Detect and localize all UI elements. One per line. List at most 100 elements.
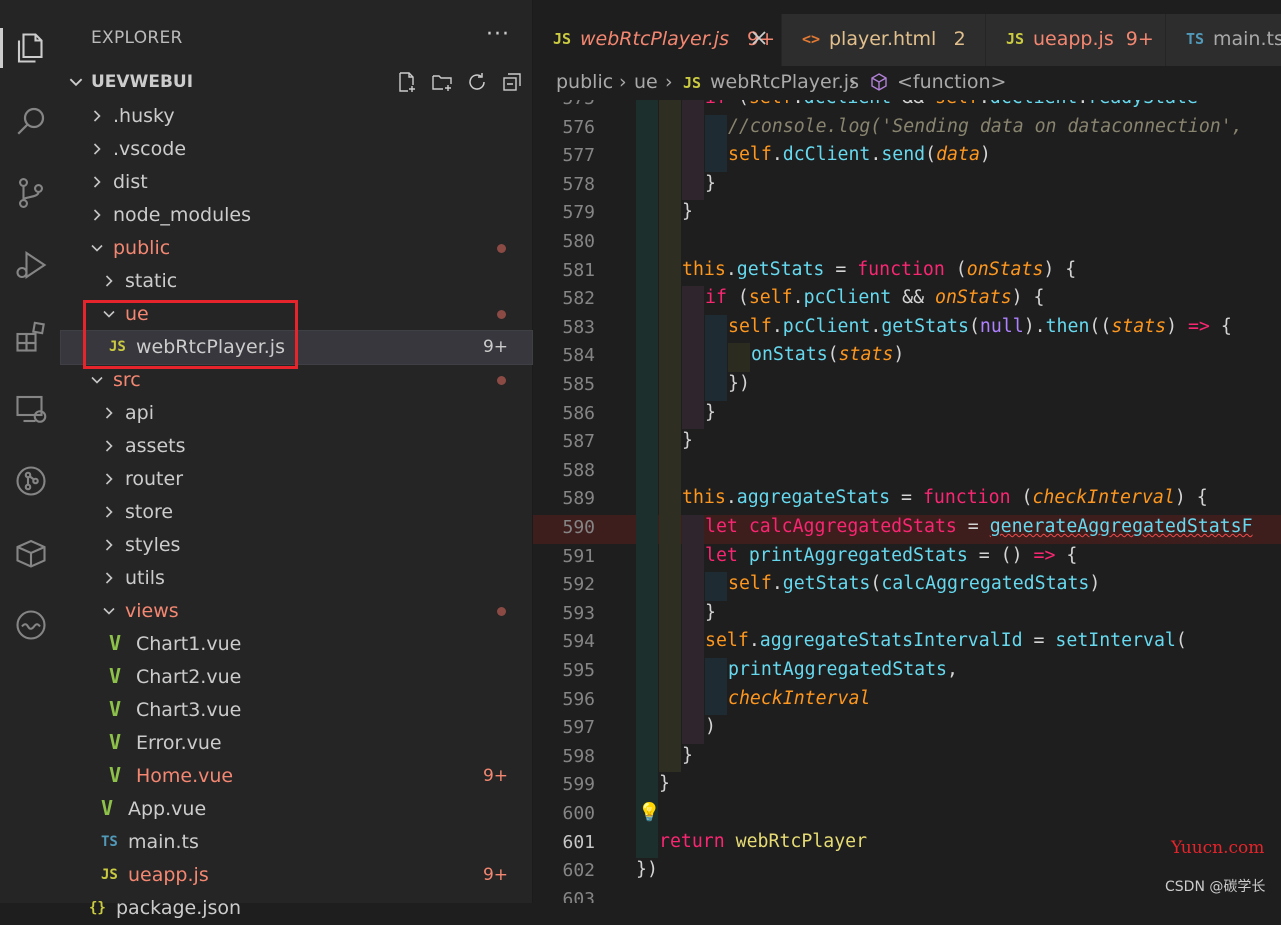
ts-file-icon: TS xyxy=(1186,30,1205,48)
tree-item-label: main.ts xyxy=(128,831,199,853)
code-line[interactable]: 587} xyxy=(533,429,1281,458)
workspace-root[interactable]: UEVWEBUI xyxy=(61,64,532,100)
breadcrumb-segment-public[interactable]: public xyxy=(556,71,613,93)
indent-guide xyxy=(636,715,658,744)
tree-file[interactable]: V Error.vue xyxy=(61,727,532,760)
code-line[interactable]: 586} xyxy=(533,400,1281,430)
code-editor[interactable]: 575if (self.dcClient && self.dcClient.re… xyxy=(533,100,1281,903)
tree-file[interactable]: V Chart3.vue xyxy=(61,694,532,727)
code-line[interactable]: 589 this.aggregateStats = function (check… xyxy=(533,486,1281,515)
tree-file[interactable]: V Chart1.vue xyxy=(61,628,532,661)
tree-folder[interactable]: .vscode xyxy=(61,133,532,166)
tree-file[interactable]: V Home.vue 9+ xyxy=(61,760,532,793)
code-line[interactable]: 595 printAggregatedStats, xyxy=(533,658,1281,687)
tree-folder[interactable]: .husky xyxy=(61,100,532,133)
code-token: . xyxy=(1077,100,1088,108)
tree-item-label: package.json xyxy=(116,897,242,919)
new-folder-icon[interactable] xyxy=(430,70,454,94)
breadcrumb-segment-file[interactable]: webRtcPlayer.js xyxy=(710,71,859,93)
code-line[interactable]: 590 let calcAggregatedStats = generateAgg… xyxy=(533,515,1281,544)
close-icon[interactable] xyxy=(747,26,771,50)
collapse-all-icon[interactable] xyxy=(500,70,524,94)
chevron-right-icon xyxy=(93,110,101,122)
code-line[interactable]: 581 this.getStats = function (onStats) { xyxy=(533,257,1281,287)
code-token: ) xyxy=(1089,573,1101,595)
code-line[interactable]: 600 💡 xyxy=(533,801,1281,830)
code-token: ( xyxy=(827,344,839,366)
code-token: function xyxy=(857,258,945,280)
tab-player-html[interactable]: <> player.html 2 xyxy=(782,14,986,66)
indent-guide xyxy=(682,658,704,687)
breadcrumb-segment-ue[interactable]: ue xyxy=(634,71,658,93)
code-line[interactable]: 583 self.pcClient.getStats(null).then((st… xyxy=(533,314,1281,344)
tree-folder[interactable]: static xyxy=(61,265,532,298)
explorer-files-icon[interactable] xyxy=(0,20,61,76)
activity-bar xyxy=(0,0,61,903)
code-line[interactable]: 582 if (self.pcClient && onStats) { xyxy=(533,286,1281,315)
tree-item-label: Error.vue xyxy=(136,732,222,754)
code-line[interactable]: 578} xyxy=(533,171,1281,201)
code-token: . xyxy=(792,287,804,309)
tree-folder[interactable]: utils xyxy=(61,562,532,595)
code-text: printAggregatedStats, xyxy=(728,659,958,680)
tab-main-ts[interactable]: TS main.ts xyxy=(1166,14,1281,66)
live-share-icon[interactable] xyxy=(0,597,61,653)
source-control-icon[interactable] xyxy=(0,165,61,221)
tree-folder[interactable]: node_modules xyxy=(61,199,532,232)
code-line[interactable]: 575if (self.dcClient && self.dcClient.re… xyxy=(533,100,1281,115)
code-line[interactable]: 580 xyxy=(533,229,1281,258)
code-line[interactable]: 576 //console.log('Sending data on dataco… xyxy=(533,114,1281,144)
tree-folder[interactable]: assets xyxy=(61,430,532,463)
code-token: self xyxy=(748,287,793,309)
code-line[interactable]: 593} xyxy=(533,600,1281,630)
code-token: , xyxy=(947,659,958,680)
breadcrumb-segment-symbol[interactable]: <function> xyxy=(897,71,1006,93)
code-line[interactable]: 584 onStats(stats) xyxy=(533,343,1281,372)
code-line[interactable]: 588 xyxy=(533,457,1281,487)
code-line[interactable]: 596 checkInterval xyxy=(533,686,1281,716)
tab-label: main.ts xyxy=(1213,28,1281,50)
tree-folder[interactable]: dist xyxy=(61,166,532,199)
lightbulb-icon[interactable]: 💡 xyxy=(638,802,660,823)
extensions-icon[interactable] xyxy=(0,309,61,365)
tab-webrtcplayer-js[interactable]: JS webRtcPlayer.js 9+ xyxy=(533,14,782,66)
code-text: onStats(stats) xyxy=(751,344,904,365)
new-file-icon[interactable] xyxy=(395,70,419,94)
package-icon[interactable] xyxy=(0,525,61,581)
more-actions-icon[interactable]: ··· xyxy=(486,22,510,47)
code-line[interactable]: 601 return webRtcPlayer xyxy=(533,829,1281,859)
refresh-icon[interactable] xyxy=(465,70,489,94)
code-token: setInterval xyxy=(1055,630,1176,652)
run-debug-icon[interactable] xyxy=(0,237,61,293)
code-line[interactable]: 579} xyxy=(533,200,1281,229)
code-line[interactable]: 594 self.aggregateStatsIntervalId = setIn… xyxy=(533,629,1281,658)
tree-folder[interactable]: store xyxy=(61,496,532,529)
tree-folder[interactable]: styles xyxy=(61,529,532,562)
search-icon[interactable] xyxy=(0,93,61,149)
tab-problem-badge: 9+ xyxy=(1125,28,1154,50)
tree-file[interactable]: {} package.json xyxy=(61,892,532,925)
code-line[interactable]: 598} xyxy=(533,743,1281,773)
code-token: aggregateStatsIntervalId xyxy=(759,630,1023,652)
tree-file[interactable]: TS main.ts xyxy=(61,826,532,859)
code-line[interactable]: 591 let printAggregatedStats = () => { xyxy=(533,543,1281,573)
code-line[interactable]: 597) xyxy=(533,715,1281,744)
tree-file[interactable]: JS ueapp.js 9+ xyxy=(61,859,532,892)
tree-folder[interactable]: api xyxy=(61,397,532,430)
remote-explorer-icon[interactable] xyxy=(0,381,61,437)
code-line[interactable]: 599} xyxy=(533,772,1281,801)
tree-folder[interactable]: views xyxy=(61,595,532,628)
tree-file[interactable]: V Chart2.vue xyxy=(61,661,532,694)
tree-file[interactable]: V App.vue xyxy=(61,793,532,826)
tree-folder[interactable]: router xyxy=(61,463,532,496)
code-line[interactable]: 592 self.getStats(calcAggregatedStats) xyxy=(533,572,1281,601)
code-line[interactable]: 585}) xyxy=(533,372,1281,401)
code-text: } xyxy=(682,430,693,451)
code-line[interactable]: 577 self.dcClient.send(data) xyxy=(533,143,1281,172)
vue-file-icon: V xyxy=(101,796,114,820)
code-token: ( xyxy=(870,573,882,595)
code-token: null xyxy=(979,315,1024,337)
git-graph-icon[interactable] xyxy=(0,453,61,509)
tab-ueapp-js[interactable]: JS ueapp.js 9+ xyxy=(986,14,1166,66)
tree-folder[interactable]: public xyxy=(61,232,532,265)
